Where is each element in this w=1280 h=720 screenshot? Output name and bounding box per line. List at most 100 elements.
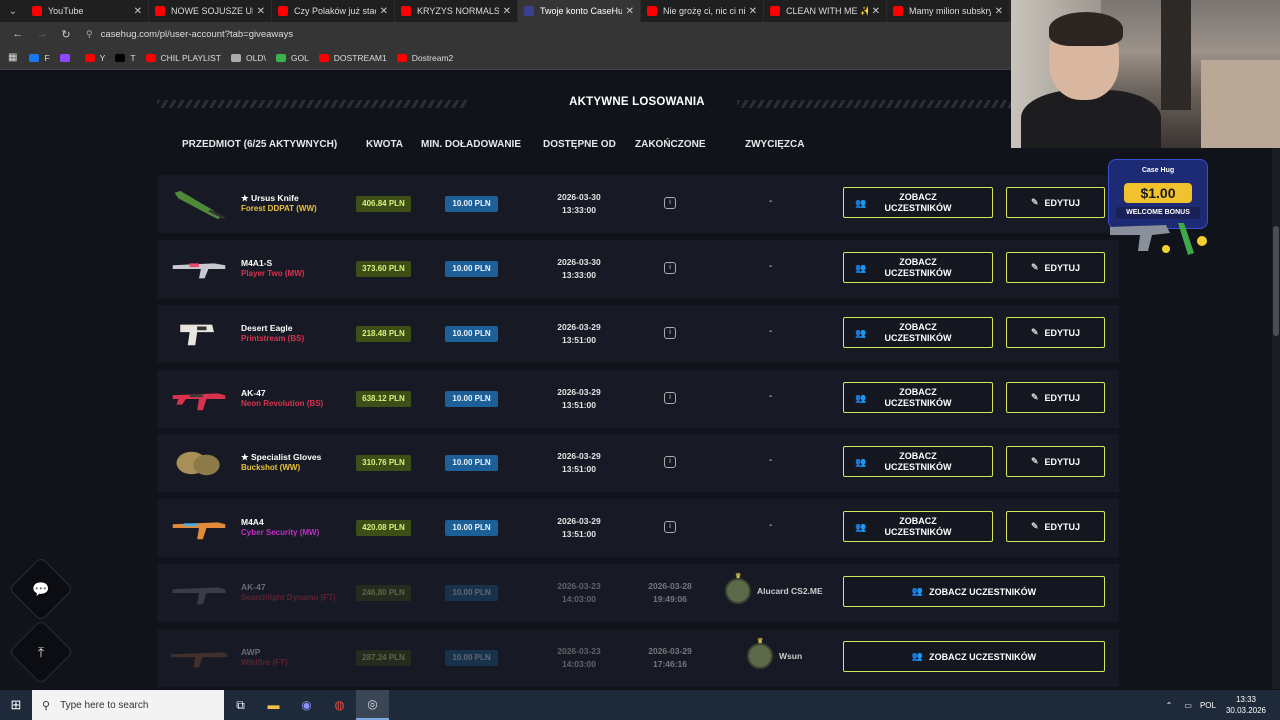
browser-tab[interactable]: YouTube ✕: [26, 0, 149, 22]
view-participants-button[interactable]: 👥 ZOBACZ UCZESTNIKÓW: [843, 446, 993, 477]
tab-close-icon[interactable]: ✕: [626, 6, 634, 17]
view-participants-button[interactable]: 👥 ZOBACZ UCZESTNIKÓW: [843, 641, 1105, 672]
view-participants-button[interactable]: 👥 ZOBACZ UCZESTNIKÓW: [843, 317, 993, 348]
site-info-icon[interactable]: ⚲: [86, 29, 93, 40]
webcam-sofa: [1201, 60, 1280, 148]
view-label-line1: ZOBACZ: [899, 256, 937, 267]
winner-empty: -: [769, 326, 773, 337]
back-button[interactable]: ←: [8, 28, 28, 40]
promo-amount: $1.00: [1124, 183, 1192, 203]
bookmark-item[interactable]: DOSTREAM1: [318, 53, 387, 63]
users-icon: 👥: [855, 457, 867, 467]
bookmark-label: F: [44, 52, 50, 63]
bookmark-favicon-icon: [84, 53, 95, 62]
arrow-up-icon: ⤒: [37, 643, 45, 660]
view-label-line1: ZOBACZ: [899, 191, 937, 202]
amount-badge: 287.24 PLN: [356, 650, 411, 666]
language-indicator[interactable]: POL: [1200, 701, 1216, 710]
view-label-line1: ZOBACZ: [899, 386, 937, 397]
file-explorer-icon[interactable]: ▬: [257, 690, 290, 720]
item-name: AK-47: [241, 582, 266, 592]
item-image: [180, 324, 214, 346]
taskbar-search[interactable]: ⚲ Type here to search: [32, 690, 224, 720]
tab-close-icon[interactable]: ✕: [503, 6, 511, 17]
chat-button[interactable]: 💬: [8, 556, 74, 622]
edit-label: EDYTUJ: [1044, 197, 1081, 208]
edit-button[interactable]: ✎ EDYTUJ: [1006, 252, 1105, 283]
tab-close-icon[interactable]: ✕: [995, 6, 1003, 17]
view-label-line1: ZOBACZ: [899, 450, 937, 461]
scrollbar-thumb[interactable]: [1273, 226, 1279, 336]
forward-button[interactable]: →: [32, 28, 52, 40]
available-from: 2026-03-29 13:51:00: [540, 386, 618, 412]
start-button[interactable]: ⊞: [0, 690, 32, 720]
bookmark-item[interactable]: [59, 53, 75, 63]
giveaway-row: AK-47 Searchlight Dynamo (FT) 246.80 PLN 10…: [157, 564, 1119, 622]
tab-close-icon[interactable]: ✕: [872, 6, 880, 17]
view-participants-button[interactable]: 👥 ZOBACZ UCZESTNIKÓW: [843, 576, 1105, 607]
available-time: 13:33:00: [561, 270, 597, 280]
available-date: 2026-03-30: [557, 257, 601, 267]
tab-close-icon[interactable]: ✕: [749, 6, 757, 17]
winner[interactable]: ♛ Alucard CS2.ME: [725, 573, 823, 604]
welcome-bonus-banner[interactable]: Case Hug $1.00 WELCOME BONUS: [1108, 159, 1208, 259]
edit-button[interactable]: ✎ EDYTUJ: [1006, 446, 1105, 477]
edit-button[interactable]: ✎ EDYTUJ: [1006, 382, 1105, 413]
discord-icon[interactable]: ◉: [290, 690, 323, 720]
bookmark-label: Y: [99, 52, 106, 63]
edit-button[interactable]: ✎ EDYTUJ: [1006, 511, 1105, 542]
info-icon[interactable]: i: [664, 197, 676, 209]
view-participants-button[interactable]: 👥 ZOBACZ UCZESTNIKÓW: [843, 382, 993, 413]
info-icon[interactable]: i: [664, 327, 676, 339]
bookmark-item[interactable]: Dostream2: [396, 53, 453, 63]
view-participants-button[interactable]: 👥 ZOBACZ UCZESTNIKÓW: [843, 252, 993, 283]
browser-tab[interactable]: Nie grożę ci, nic ci nie ✕: [641, 0, 764, 22]
tab-close-icon[interactable]: ✕: [380, 6, 388, 17]
bookmark-item[interactable]: OLD\: [231, 53, 266, 63]
bookmark-item[interactable]: Y: [84, 52, 106, 63]
amount-badge: 218.48 PLN: [356, 326, 411, 342]
browser-tab[interactable]: Czy Polaków już stać ✕: [272, 0, 395, 22]
available-time: 13:51:00: [561, 335, 597, 345]
tab-close-icon[interactable]: ✕: [257, 6, 265, 17]
tab-title: KRYZYS NORMALSÓW: [417, 6, 499, 16]
tab-search-chevron-icon[interactable]: ⌄: [0, 0, 26, 22]
chat-bubble-icon: 💬: [32, 580, 50, 597]
bookmark-item[interactable]: GOL: [275, 53, 309, 63]
tab-close-icon[interactable]: ✕: [134, 6, 142, 17]
edit-label: EDYTUJ: [1044, 456, 1081, 467]
browser-tab[interactable]: Mamy milion subskry ✕: [887, 0, 1010, 22]
bookmark-item[interactable]: CHIL PLAYLIST: [145, 53, 221, 63]
tray-chevron-icon[interactable]: ⌃: [1166, 701, 1173, 710]
info-icon[interactable]: i: [664, 392, 676, 404]
obs-icon[interactable]: ◎: [356, 690, 389, 720]
tab-favicon-icon: [32, 6, 42, 16]
task-view-icon[interactable]: ⧉: [224, 690, 257, 720]
taskbar-clock[interactable]: 13:33 30.03.2026: [1226, 694, 1266, 716]
item-wear: Buckshot (WW): [241, 463, 301, 472]
reload-button[interactable]: ↻: [56, 28, 76, 41]
chrome-icon[interactable]: ◍: [323, 690, 356, 720]
info-icon[interactable]: i: [664, 456, 676, 468]
browser-tab[interactable]: NOWE SOJUSZE UKR ✕: [149, 0, 272, 22]
info-icon[interactable]: i: [664, 521, 676, 533]
pencil-icon: ✎: [1030, 197, 1039, 207]
browser-tab[interactable]: KRYZYS NORMALSÓW ✕: [395, 0, 518, 22]
webcam-microphone: [1161, 0, 1191, 110]
info-icon[interactable]: i: [664, 262, 676, 274]
edit-button[interactable]: ✎ EDYTUJ: [1006, 187, 1105, 218]
scroll-top-button[interactable]: ⤒: [8, 619, 74, 685]
view-participants-button[interactable]: 👥 ZOBACZ UCZESTNIKÓW: [843, 187, 993, 218]
bookmark-item[interactable]: T: [115, 53, 136, 63]
url-field[interactable]: ⚲ casehug.com/pl/user-account?tab=giveaw…: [86, 25, 293, 43]
page-scrollbar[interactable]: [1272, 71, 1280, 689]
bookmark-item[interactable]: F: [29, 52, 50, 63]
browser-tab[interactable]: Twoje konto CaseHug ✕: [518, 0, 641, 22]
winner[interactable]: ♛ Wsun: [747, 638, 802, 669]
view-participants-button[interactable]: 👥 ZOBACZ UCZESTNIKÓW: [843, 511, 993, 542]
edit-button[interactable]: ✎ EDYTUJ: [1006, 317, 1105, 348]
apps-grid-icon[interactable]: ▦: [8, 52, 17, 63]
browser-tab[interactable]: CLEAN WITH ME ✨ sp ✕: [764, 0, 887, 22]
item-image: [172, 522, 226, 540]
network-icon[interactable]: ▭: [1184, 701, 1192, 710]
